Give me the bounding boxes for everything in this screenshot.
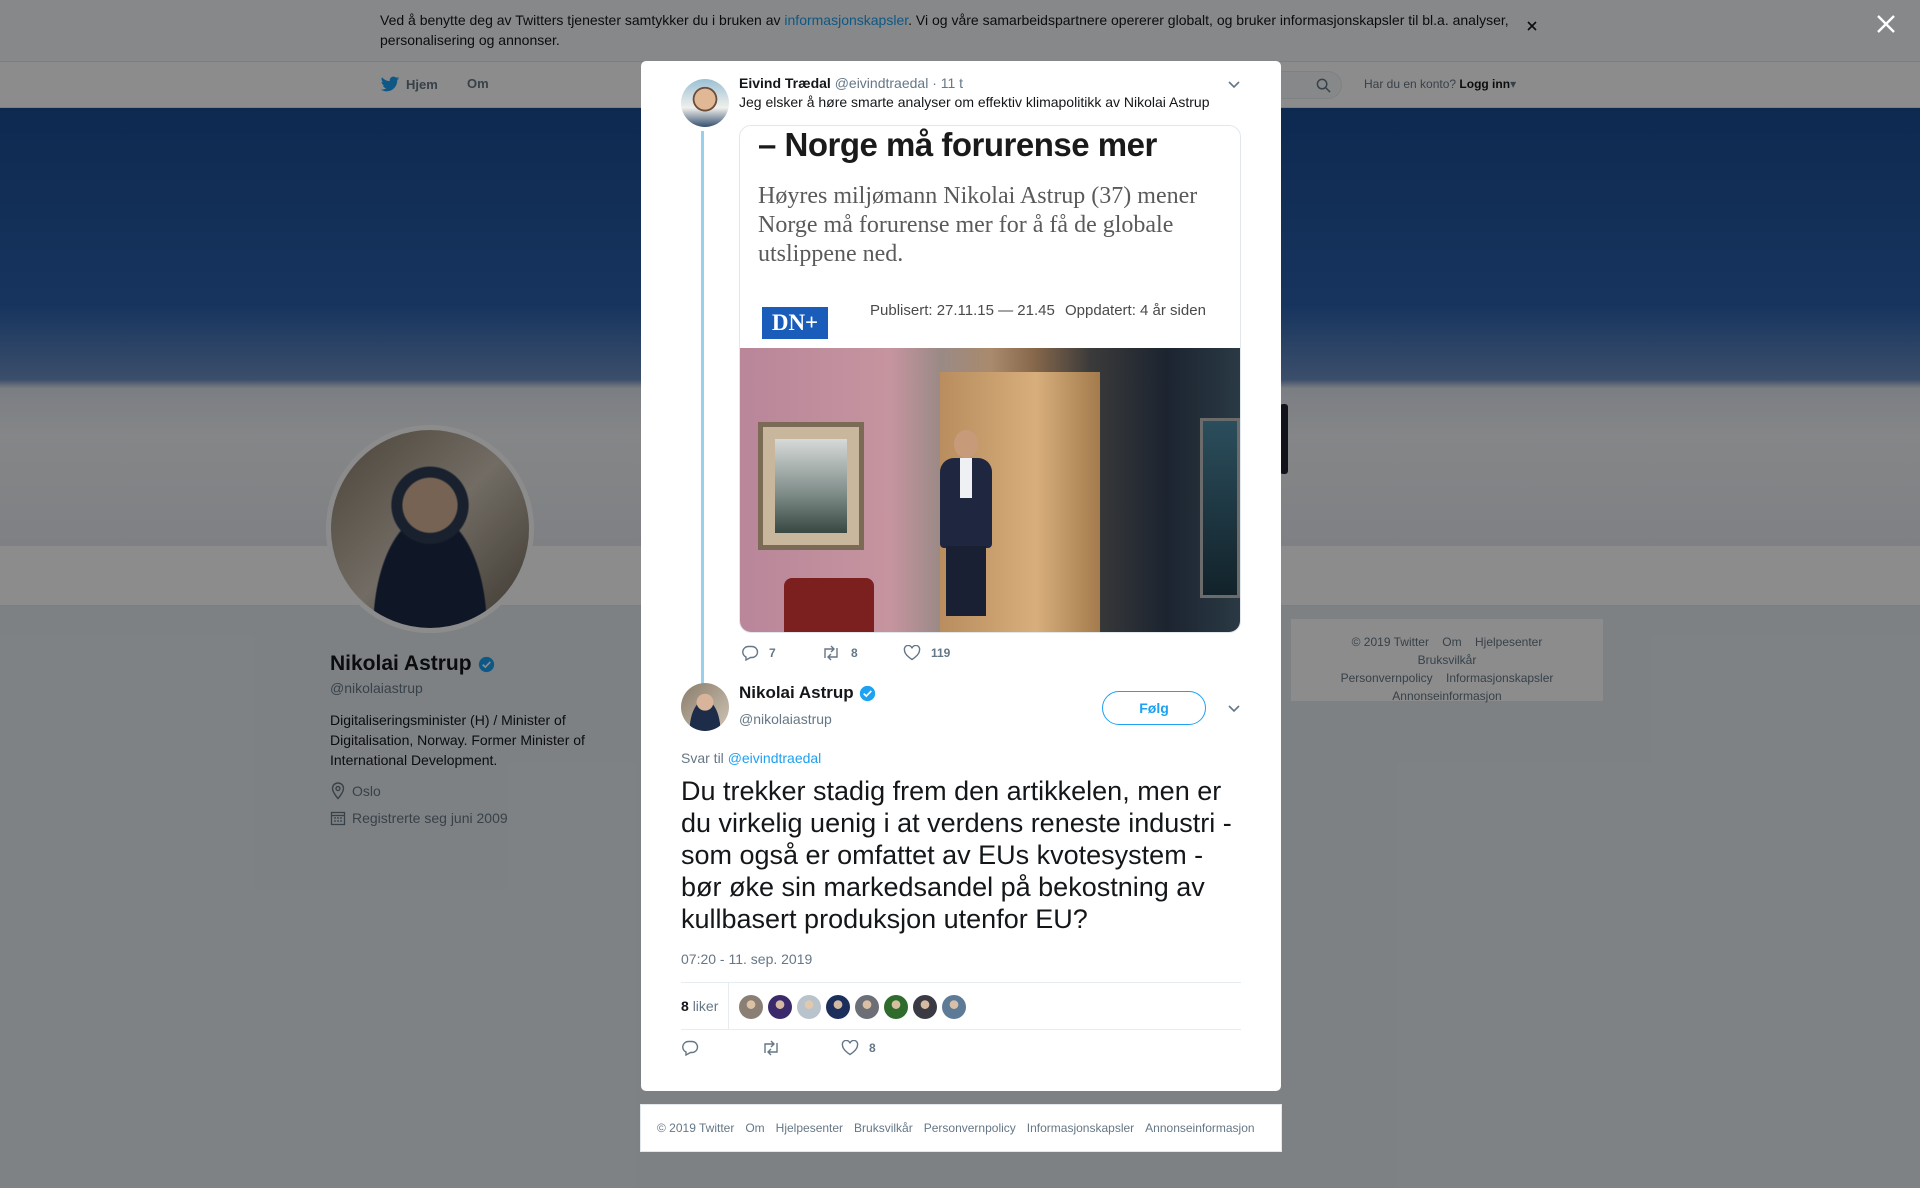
article-published: Publisert: 27.11.15 — 21.45 xyxy=(870,302,1055,319)
main-author-name[interactable]: Nikolai Astrup xyxy=(739,683,876,703)
parent-like-button[interactable]: 119 xyxy=(903,645,950,661)
liker-avatar[interactable] xyxy=(826,995,850,1019)
main-like-count: 8 xyxy=(869,1041,876,1055)
main-author-name-text: Nikolai Astrup xyxy=(739,683,854,702)
likes-count-label: liker xyxy=(692,998,719,1014)
parent-retweet-count: 8 xyxy=(851,646,858,660)
parent-more-chevron-down-icon[interactable] xyxy=(1227,79,1241,89)
parent-tweet-age[interactable]: · 11 t xyxy=(932,75,963,91)
photo-framed-picture xyxy=(758,422,864,550)
photo-window xyxy=(1200,418,1240,598)
main-tweet-actions: 8 xyxy=(681,1040,876,1056)
main-author-handle[interactable]: @nikolaiastrup xyxy=(739,711,832,727)
heart-icon xyxy=(841,1040,859,1056)
verified-badge-icon xyxy=(859,685,876,702)
likes-divider xyxy=(728,983,729,1030)
parent-author-name[interactable]: Eivind Trædal xyxy=(739,75,831,91)
reply-to-prefix: Svar til xyxy=(681,750,724,766)
likes-row: 8 liker xyxy=(681,982,1241,1030)
liker-avatar[interactable] xyxy=(884,995,908,1019)
parent-retweet-button[interactable]: 8 xyxy=(821,645,903,661)
article-screenshot-card[interactable]: – Norge må forurense mer Høyres miljøman… xyxy=(739,125,1241,633)
likes-count-number: 8 xyxy=(681,998,689,1014)
tweet-modal: Eivind Trædal @eivindtraedal · 11 t Jeg … xyxy=(641,61,1281,1091)
likes-count[interactable]: 8 liker xyxy=(681,998,718,1014)
parent-like-count: 119 xyxy=(931,646,951,660)
modal-footer-link-terms[interactable]: Bruksvilkår xyxy=(854,1121,913,1135)
parent-reply-button[interactable]: 7 xyxy=(741,645,821,661)
modal-footer-link-about[interactable]: Om xyxy=(745,1121,764,1135)
parent-author-handle[interactable]: @eivindtraedal xyxy=(835,75,929,91)
heart-icon xyxy=(903,645,921,661)
main-like-button[interactable]: 8 xyxy=(841,1040,876,1056)
main-tweet-text: Du trekker stadig frem den artikkelen, m… xyxy=(681,776,1232,934)
liker-avatars xyxy=(739,995,966,1019)
photo-red-chair xyxy=(784,578,874,632)
reply-icon xyxy=(741,645,759,661)
parent-tweet-text: Jeg elsker å høre smarte analyser om eff… xyxy=(739,94,1210,110)
article-photo xyxy=(740,348,1240,632)
modal-footer-link-privacy[interactable]: Personvernpolicy xyxy=(924,1121,1016,1135)
main-reply-button[interactable] xyxy=(681,1040,761,1056)
article-headline: – Norge må forurense mer xyxy=(758,126,1157,163)
liker-avatar[interactable] xyxy=(913,995,937,1019)
main-more-chevron-down-icon[interactable] xyxy=(1227,703,1241,713)
dn-plus-logo: DN+ xyxy=(762,307,828,339)
parent-tweet-actions: 7 8 119 xyxy=(741,645,950,661)
parent-author-avatar[interactable] xyxy=(681,79,729,127)
article-lead: Høyres miljømann Nikolai Astrup (37) men… xyxy=(758,183,1198,267)
liker-avatar[interactable] xyxy=(768,995,792,1019)
follow-button[interactable]: Følg xyxy=(1102,691,1206,725)
modal-footer: © 2019 Twitter Om Hjelpesenter Bruksvilk… xyxy=(640,1104,1282,1152)
retweet-icon xyxy=(761,1040,781,1056)
modal-footer-link-ads[interactable]: Annonseinformasjon xyxy=(1145,1121,1254,1135)
photo-man-walking xyxy=(938,430,994,616)
parent-tweet-header: Eivind Trædal @eivindtraedal · 11 t xyxy=(739,75,963,91)
article-updated: Oppdatert: 4 år siden xyxy=(1065,302,1206,319)
reply-icon xyxy=(681,1040,699,1056)
reply-to-mention[interactable]: @eivindtraedal xyxy=(728,750,822,766)
modal-footer-link-help[interactable]: Hjelpesenter xyxy=(776,1121,843,1135)
liker-avatar[interactable] xyxy=(942,995,966,1019)
modal-footer-link-cookies[interactable]: Informasjonskapsler xyxy=(1027,1121,1134,1135)
parent-reply-count: 7 xyxy=(769,646,776,660)
tweet-timestamp[interactable]: 07:20 - 11. sep. 2019 xyxy=(681,951,812,967)
reply-to-line: Svar til @eivindtraedal xyxy=(681,750,821,766)
thread-connector-line xyxy=(701,131,704,691)
liker-avatar[interactable] xyxy=(739,995,763,1019)
close-modal-icon[interactable] xyxy=(1874,12,1898,36)
main-author-avatar[interactable] xyxy=(681,683,729,731)
retweet-icon xyxy=(821,645,841,661)
modal-footer-copyright: © 2019 Twitter xyxy=(657,1121,735,1135)
liker-avatar[interactable] xyxy=(855,995,879,1019)
liker-avatar[interactable] xyxy=(797,995,821,1019)
main-retweet-button[interactable] xyxy=(761,1040,841,1056)
